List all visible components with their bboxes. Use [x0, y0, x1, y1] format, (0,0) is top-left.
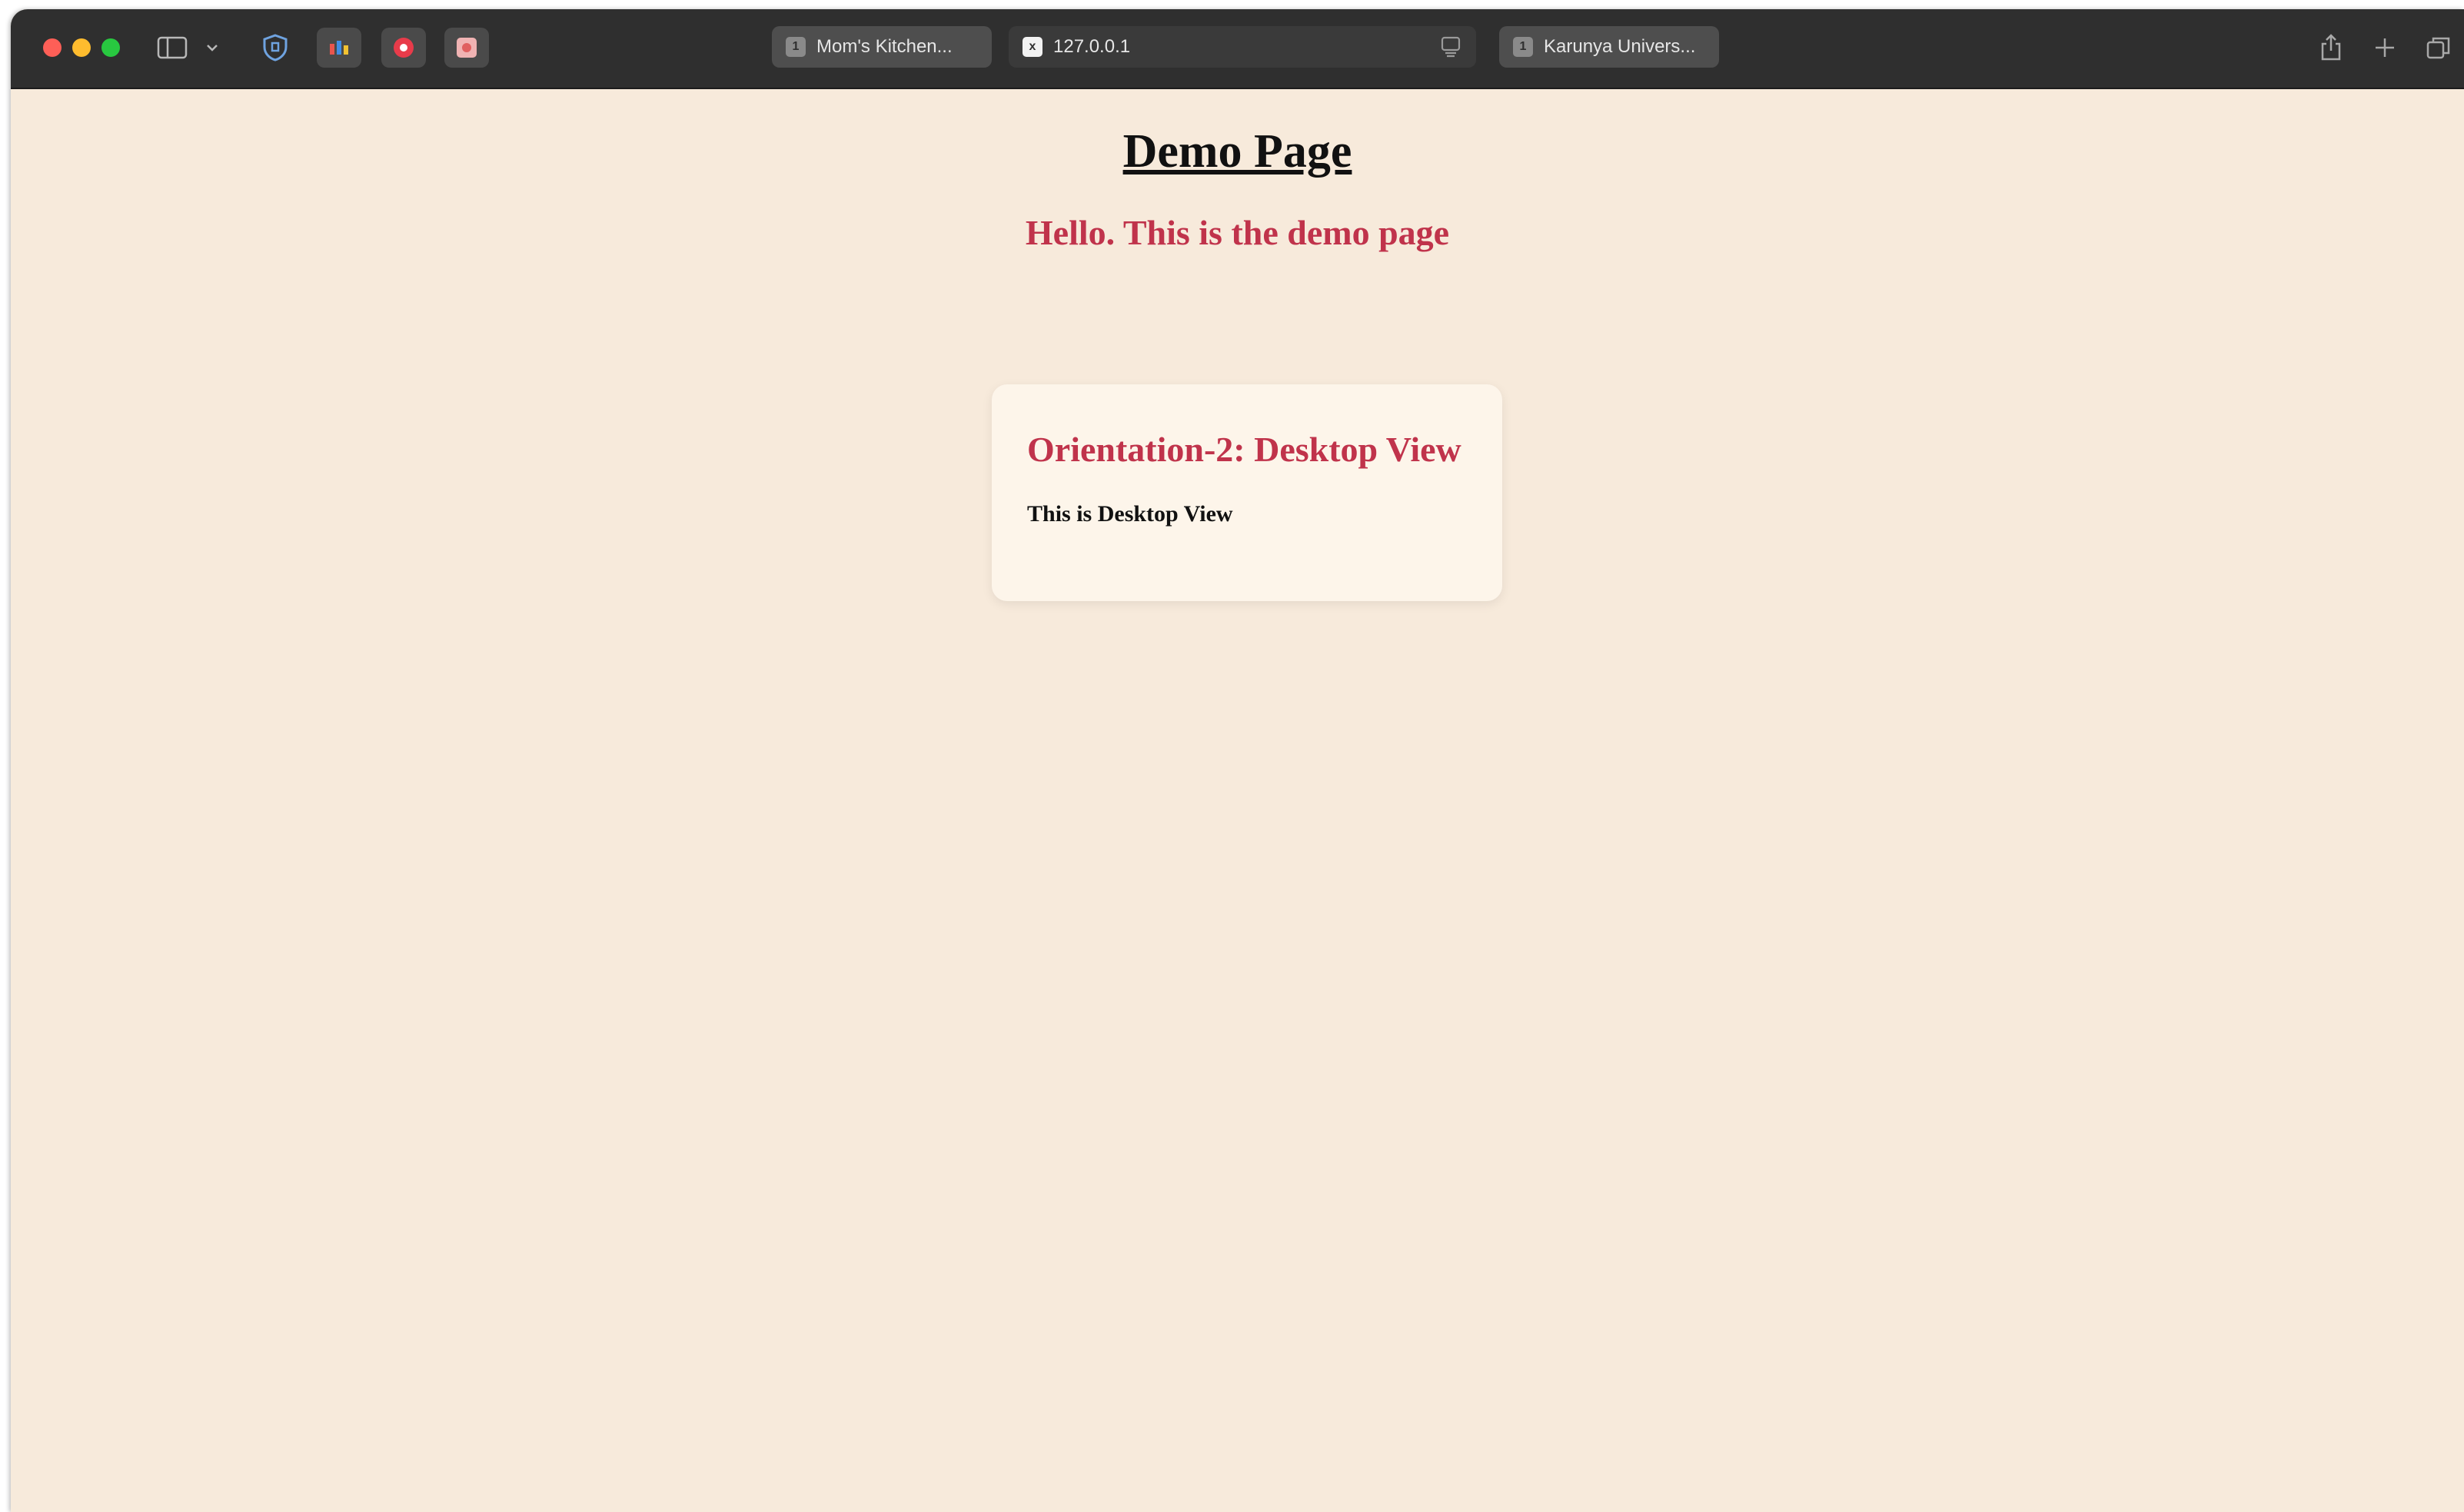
tab-label: Mom's Kitchen...	[816, 36, 953, 57]
tab-localhost[interactable]: x 127.0.0.1	[1009, 26, 1476, 68]
browser-window: 1 Mom's Kitchen... x 127.0.0.1 1 Karunya…	[11, 9, 2464, 1512]
page-subtitle: Hello. This is the demo page	[1025, 213, 1450, 252]
minimize-window-button[interactable]	[72, 38, 91, 57]
page-title: Demo Page	[1122, 125, 1352, 178]
web-page-content: Demo Page Hello. This is the demo page O…	[11, 89, 2464, 1512]
shield-icon[interactable]	[258, 31, 292, 65]
close-window-button[interactable]	[43, 38, 62, 57]
tab-label: Karunya Univers...	[1544, 36, 1696, 57]
tab-favicon: 1	[1513, 37, 1533, 57]
share-icon[interactable]	[2314, 31, 2348, 65]
chevron-down-icon[interactable]	[203, 31, 221, 65]
sidebar-icon[interactable]	[154, 31, 191, 65]
browser-toolbar: 1 Mom's Kitchen... x 127.0.0.1 1 Karunya…	[11, 9, 2464, 89]
tab-label: 127.0.0.1	[1053, 36, 1131, 57]
tab-favicon: x	[1023, 37, 1042, 57]
reader-icon[interactable]	[1439, 35, 1462, 58]
card-text: This is Desktop View	[1027, 501, 1233, 527]
tab-karunya-university[interactable]: 1 Karunya Univers...	[1499, 26, 1719, 68]
extension-record-icon[interactable]	[381, 28, 426, 68]
tab-favicon: 1	[786, 37, 806, 57]
extension-image-icon[interactable]	[444, 28, 489, 68]
plus-icon[interactable]	[2368, 31, 2402, 65]
orientation-card: Orientation-2: Desktop View This is Desk…	[992, 384, 1502, 601]
card-title: Orientation-2: Desktop View	[1027, 430, 1461, 469]
extension-colorful-icon[interactable]	[317, 28, 361, 68]
zoom-window-button[interactable]	[101, 38, 120, 57]
tab-moms-kitchen[interactable]: 1 Mom's Kitchen...	[772, 26, 992, 68]
tab-overview-icon[interactable]	[2422, 31, 2456, 65]
